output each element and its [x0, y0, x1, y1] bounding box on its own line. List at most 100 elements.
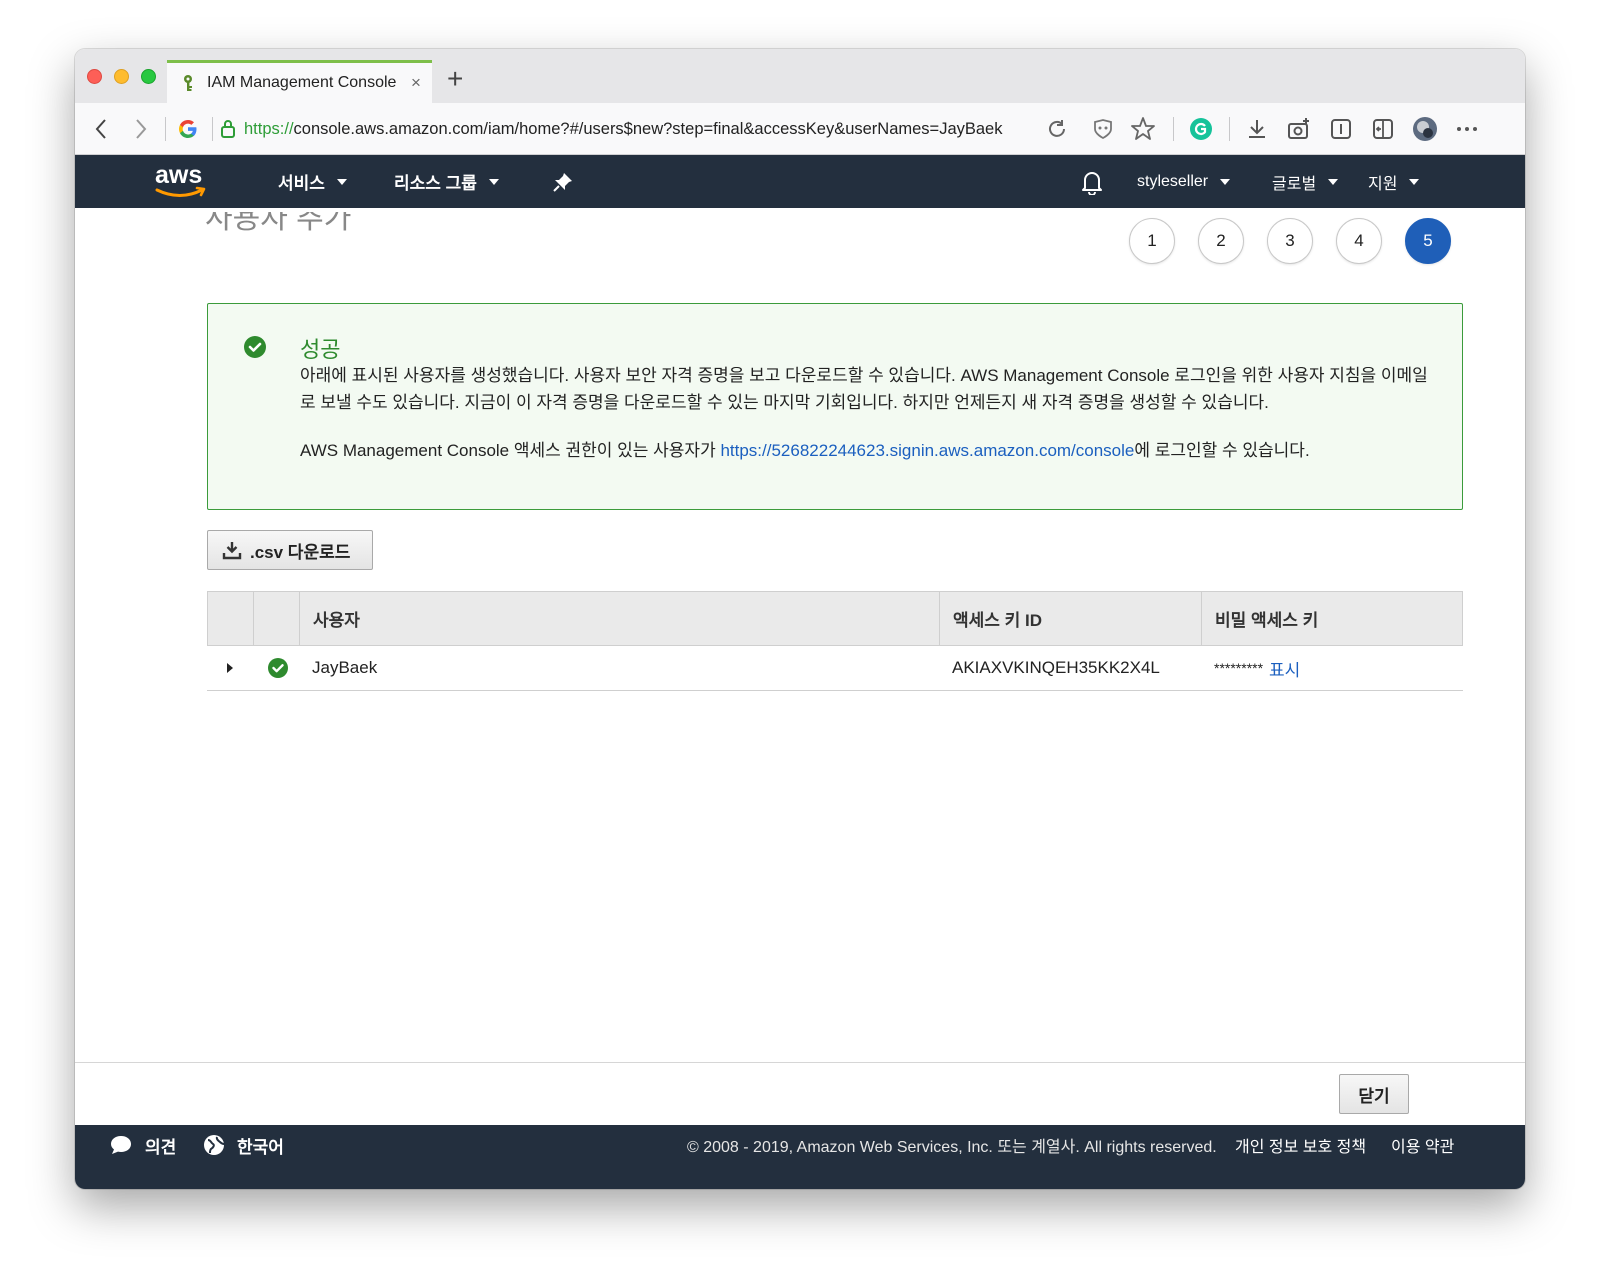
success-title: 성공 [300, 337, 341, 362]
nav-separator [1229, 117, 1230, 141]
more-menu-button[interactable] [1453, 115, 1481, 143]
nav-separator [165, 117, 166, 141]
column-header-user: 사용자 [300, 592, 940, 645]
resource-groups-menu[interactable]: 리소스 그룹 [394, 155, 499, 208]
reader-view-button[interactable] [1327, 115, 1355, 143]
notifications-button[interactable] [1080, 155, 1104, 208]
caret-down-icon [336, 178, 347, 185]
terms-of-use-link[interactable]: 이용 약관 [1391, 1125, 1454, 1165]
secret-key-cell: ********* 표시 [1201, 646, 1461, 690]
services-menu[interactable]: 서비스 [278, 155, 347, 208]
column-header-secret-key: 비밀 액세스 키 [1215, 611, 1319, 630]
tracking-protection-icon[interactable] [1089, 115, 1117, 143]
user-name-cell: JayBaek [312, 658, 378, 677]
step-indicator-5: 5 [1405, 218, 1451, 264]
screenshot-button[interactable] [1285, 115, 1313, 143]
success-message: 아래에 표시된 사용자를 생성했습니다. 사용자 보안 자격 증명을 보고 다운… [300, 366, 1428, 412]
grammarly-icon[interactable] [1187, 115, 1215, 143]
nav-separator [1173, 117, 1174, 141]
account-name: styleseller [1137, 172, 1209, 190]
tab-title: IAM Management Console [207, 74, 397, 91]
camera-plus-icon [1288, 118, 1309, 139]
status-column-header [254, 592, 300, 645]
caret-down-icon [1328, 178, 1339, 185]
table-header: 사용자 액세스 키 ID 비밀 액세스 키 [207, 591, 1463, 646]
region-menu[interactable]: 글로벌 [1272, 155, 1339, 208]
pin-button[interactable] [553, 155, 573, 208]
profile-avatar[interactable] [1411, 115, 1439, 143]
reader-icon [1331, 119, 1351, 139]
check-circle-icon [268, 658, 288, 678]
download-csv-label: .csv 다운로드 [250, 542, 351, 562]
download-icon [1249, 120, 1265, 138]
caret-down-icon [1220, 178, 1231, 185]
feedback-button[interactable]: 의견 [109, 1125, 176, 1165]
speech-bubble-icon [111, 1136, 131, 1154]
download-csv-button[interactable]: .csv 다운로드 [207, 530, 373, 570]
copyright-text: © 2008 - 2019, Amazon Web Services, Inc.… [687, 1139, 1217, 1156]
region-label: 글로벌 [1272, 175, 1317, 193]
minimize-window-button[interactable] [114, 69, 129, 84]
success-alert: 성공 아래에 표시된 사용자를 생성했습니다. 사용자 보안 자격 증명을 보고… [207, 303, 1463, 510]
address-bar[interactable]: https://console.aws.amazon.com/iam/home?… [220, 113, 1040, 145]
feedback-label: 의견 [145, 1137, 177, 1157]
navigation-bar: https://console.aws.amazon.com/iam/home?… [75, 103, 1525, 155]
language-button[interactable]: 한국어 [203, 1125, 284, 1165]
close-button[interactable]: 닫기 [1339, 1074, 1409, 1114]
caret-down-icon [488, 178, 499, 185]
column-header-access-key-id: 액세스 키 ID [940, 592, 1202, 645]
step-indicator-1[interactable]: 1 [1129, 218, 1175, 264]
reload-icon [1049, 120, 1065, 137]
close-window-button[interactable] [87, 69, 102, 84]
caret-right-icon [227, 663, 233, 673]
forward-button[interactable] [127, 115, 155, 143]
aws-header: aws 서비스 리소스 그룹 styleseller 글로벌 지원 [75, 155, 1525, 208]
access-key-id-cell: AKIAXVKINQEH35KK2X4L [952, 658, 1160, 677]
lock-icon [221, 120, 235, 138]
page-title: 사용자 추가 [205, 212, 352, 235]
sidebar-button[interactable] [1369, 115, 1397, 143]
svg-text:aws: aws [155, 161, 202, 189]
browser-window: IAM Management Console × + https://conso… [75, 49, 1525, 1189]
check-circle-icon [244, 336, 266, 358]
chevron-left-icon [95, 119, 106, 139]
step-indicator-2[interactable]: 2 [1198, 218, 1244, 264]
privacy-policy-link[interactable]: 개인 정보 보호 정책 [1235, 1125, 1366, 1165]
console-signin-link[interactable]: https://526822244623.signin.aws.amazon.c… [720, 441, 1134, 460]
globe-icon [204, 1135, 225, 1155]
expand-row-button[interactable] [207, 646, 253, 690]
caret-down-icon [1409, 178, 1420, 185]
expand-column-header [208, 592, 254, 645]
download-button[interactable] [1243, 115, 1271, 143]
wizard-actions: 닫기 [75, 1062, 1525, 1125]
back-button[interactable] [87, 115, 115, 143]
step-indicator-4[interactable]: 4 [1336, 218, 1382, 264]
tab-close-icon[interactable]: × [411, 73, 421, 93]
aws-footer: 의견 한국어 © 2008 - 2019, Amazon Web Service… [75, 1125, 1525, 1189]
download-icon [222, 542, 242, 560]
row-status [253, 646, 299, 690]
resource-groups-label: 리소스 그룹 [394, 174, 477, 193]
ellipsis-icon [1457, 127, 1477, 131]
users-table: 사용자 액세스 키 ID 비밀 액세스 키 JayBaek AKIAXVKINQ… [207, 591, 1463, 691]
support-menu[interactable]: 지원 [1368, 155, 1420, 208]
chevron-right-icon [136, 119, 147, 139]
bell-icon [1082, 171, 1102, 195]
services-label: 서비스 [278, 174, 325, 193]
browser-tab-iam[interactable]: IAM Management Console × [167, 60, 432, 103]
nav-separator [212, 117, 213, 141]
sidebar-icon [1373, 119, 1393, 139]
step-indicator-3[interactable]: 3 [1267, 218, 1313, 264]
language-label: 한국어 [237, 1137, 284, 1157]
console-login-message: AWS Management Console 액세스 권한이 있는 사용자가 h… [300, 441, 1310, 460]
new-tab-button[interactable]: + [447, 63, 463, 95]
aws-logo[interactable]: aws [152, 161, 212, 201]
show-secret-link[interactable]: 표시 [1269, 656, 1300, 681]
account-menu[interactable]: styleseller [1137, 155, 1231, 208]
google-icon[interactable] [174, 115, 202, 143]
bookmark-star-button[interactable] [1129, 115, 1157, 143]
main-content: 사용자 추가 1 2 3 4 5 성공 아래에 표시된 사용자를 생성했습니다.… [75, 208, 1525, 1063]
maximize-window-button[interactable] [141, 69, 156, 84]
reload-button[interactable] [1043, 115, 1071, 143]
key-icon [179, 74, 197, 92]
